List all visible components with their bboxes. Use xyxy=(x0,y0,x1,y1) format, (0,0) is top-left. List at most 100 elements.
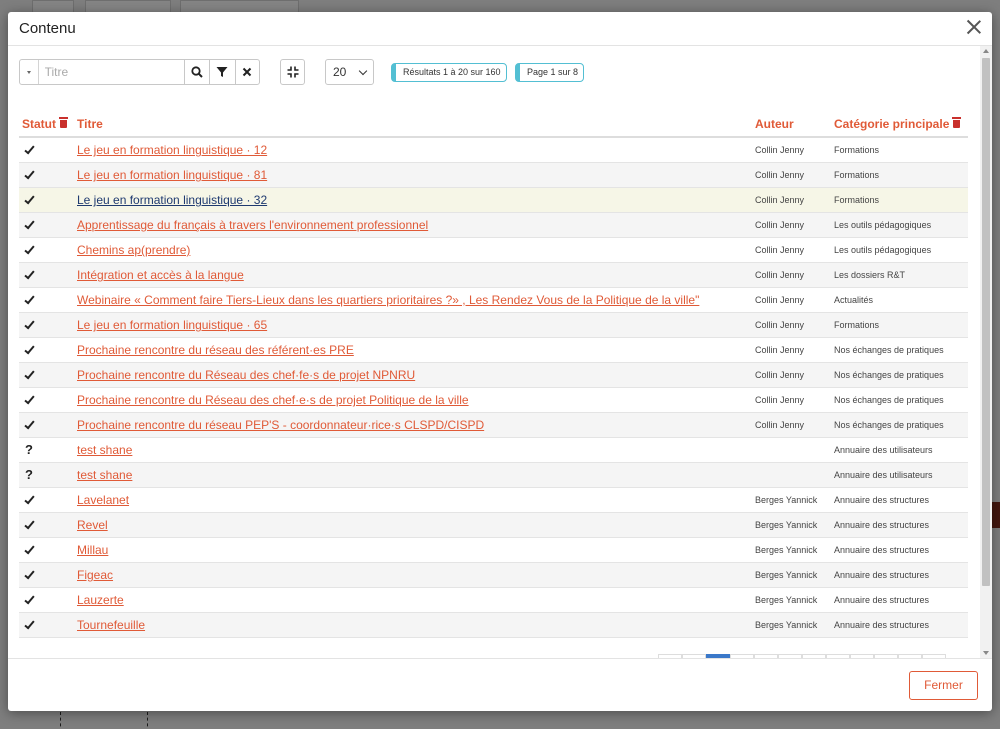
column-header-category[interactable]: Catégorie principale xyxy=(834,117,962,131)
table-row[interactable]: Prochaine rencontre du réseau des référe… xyxy=(19,338,968,363)
row-author: Collin Jenny xyxy=(755,295,805,305)
scrollbar-thumb[interactable] xyxy=(982,58,990,586)
row-author: Collin Jenny xyxy=(755,195,805,205)
row-title-link[interactable]: Intégration et accès à la langue xyxy=(77,263,244,287)
row-title-link[interactable]: Webinaire « Comment faire Tiers-Lieux da… xyxy=(77,288,699,312)
table-row[interactable]: Apprentissage du français à travers l'en… xyxy=(19,213,968,238)
search-button[interactable] xyxy=(183,60,209,84)
status-cell[interactable] xyxy=(21,538,37,562)
table-row[interactable]: Le jeu en formation linguistique · 81 Col… xyxy=(19,163,968,188)
table-row[interactable]: Lauzerte Berges Yannick Annuaire des struc… xyxy=(19,588,968,613)
row-category: Annuaire des structures xyxy=(834,495,930,505)
row-title-link[interactable]: Le jeu en formation linguistique · 65 xyxy=(77,313,267,337)
column-header-label: Titre xyxy=(77,117,103,131)
check-icon xyxy=(23,268,35,280)
status-cell[interactable] xyxy=(21,588,37,612)
check-icon xyxy=(23,543,35,555)
scroll-down-arrow-icon[interactable] xyxy=(983,651,989,655)
table-row[interactable]: Revel Berges Yannick Annuaire des structur… xyxy=(19,513,968,538)
column-header-title[interactable]: Titre xyxy=(77,117,103,131)
table-row[interactable]: Chemins ap(prendre) Collin Jenny Les outil… xyxy=(19,238,968,263)
check-icon xyxy=(23,343,35,355)
row-title-link[interactable]: Millau xyxy=(77,538,108,562)
row-author: Berges Yannick xyxy=(755,495,818,505)
clear-search-button[interactable] xyxy=(234,60,259,84)
status-cell[interactable] xyxy=(21,138,37,162)
status-cell[interactable] xyxy=(21,188,37,212)
column-header-label: Auteur xyxy=(755,117,794,131)
status-cell[interactable] xyxy=(21,613,37,637)
table-row[interactable]: Tournefeuille Berges Yannick Annuaire des … xyxy=(19,613,968,638)
page-size-select[interactable]: 20 xyxy=(325,59,374,85)
table-row[interactable]: Le jeu en formation linguistique · 65 Col… xyxy=(19,313,968,338)
status-cell[interactable] xyxy=(21,488,37,512)
table-row[interactable]: Prochaine rencontre du Réseau des chef·e… xyxy=(19,388,968,413)
row-author: Collin Jenny xyxy=(755,245,805,255)
scroll-up-arrow-icon[interactable] xyxy=(983,49,989,53)
row-title-link[interactable]: test shane xyxy=(77,463,132,487)
row-title-link[interactable]: Prochaine rencontre du réseau des référe… xyxy=(77,338,354,362)
table-row[interactable]: Webinaire « Comment faire Tiers-Lieux da… xyxy=(19,288,968,313)
row-author: Collin Jenny xyxy=(755,370,805,380)
status-cell[interactable] xyxy=(21,388,37,412)
status-cell[interactable] xyxy=(21,213,37,237)
row-title-link[interactable]: Lavelanet xyxy=(77,488,129,512)
row-author: Collin Jenny xyxy=(755,270,805,280)
row-title-link[interactable]: Figeac xyxy=(77,563,113,587)
row-title-link[interactable]: Lauzerte xyxy=(77,588,124,612)
row-author: Collin Jenny xyxy=(755,395,805,405)
table-row[interactable]: Le jeu en formation linguistique · 12 Col… xyxy=(19,138,968,163)
filter-button[interactable] xyxy=(209,60,234,84)
table-row[interactable]: Intégration et accès à la langue Collin J… xyxy=(19,263,968,288)
table-row[interactable]: Prochaine rencontre du réseau PEP'S - co… xyxy=(19,413,968,438)
status-cell[interactable] xyxy=(21,263,37,287)
row-title-link[interactable]: Prochaine rencontre du réseau PEP'S - co… xyxy=(77,413,484,437)
status-cell[interactable] xyxy=(21,238,37,262)
search-field-dropdown[interactable] xyxy=(20,60,39,84)
status-cell[interactable] xyxy=(21,338,37,362)
status-cell[interactable] xyxy=(21,563,37,587)
status-cell[interactable] xyxy=(21,363,37,387)
trash-icon[interactable] xyxy=(952,117,962,128)
row-title-link[interactable]: Le jeu en formation linguistique · 81 xyxy=(77,163,267,187)
close-icon[interactable] xyxy=(965,18,983,36)
row-category: Les outils pédagogiques xyxy=(834,245,932,255)
row-title-link[interactable]: test shane xyxy=(77,438,132,462)
trash-icon[interactable] xyxy=(59,117,68,128)
row-title-link[interactable]: Tournefeuille xyxy=(77,613,145,637)
compress-view-button[interactable] xyxy=(280,59,305,85)
status-cell[interactable] xyxy=(21,513,37,537)
close-icon xyxy=(243,67,252,77)
column-header-status[interactable]: Statut xyxy=(22,117,68,131)
row-category: Les outils pédagogiques xyxy=(834,220,932,230)
status-cell[interactable]: ? xyxy=(21,438,37,462)
check-icon xyxy=(23,143,35,155)
row-title-link[interactable]: Le jeu en formation linguistique · 32 xyxy=(77,188,267,212)
row-category: Annuaire des structures xyxy=(834,620,930,630)
search-input[interactable] xyxy=(38,60,184,84)
row-author: Berges Yannick xyxy=(755,595,818,605)
row-category: Nos échanges de pratiques xyxy=(834,345,944,355)
table-row[interactable]: Le jeu en formation linguistique · 32 Col… xyxy=(19,188,968,213)
row-title-link[interactable]: Revel xyxy=(77,513,108,537)
row-title-link[interactable]: Prochaine rencontre du Réseau des chef·f… xyxy=(77,363,415,387)
close-button[interactable]: Fermer xyxy=(909,671,978,700)
table-row[interactable]: Prochaine rencontre du Réseau des chef·f… xyxy=(19,363,968,388)
column-header-author[interactable]: Auteur xyxy=(755,117,794,131)
row-title-link[interactable]: Apprentissage du français à travers l'en… xyxy=(77,213,428,237)
status-cell[interactable] xyxy=(21,313,37,337)
table-row[interactable]: Millau Berges Yannick Annuaire des structu… xyxy=(19,538,968,563)
row-title-link[interactable]: Prochaine rencontre du Réseau des chef·e… xyxy=(77,388,469,412)
status-cell[interactable] xyxy=(21,288,37,312)
status-cell[interactable]: ? xyxy=(21,463,37,487)
row-title-link[interactable]: Chemins ap(prendre) xyxy=(77,238,190,262)
table-row[interactable]: ? test shane Annuaire des utilisateurs xyxy=(19,438,968,463)
table-row[interactable]: Figeac Berges Yannick Annuaire des structu… xyxy=(19,563,968,588)
table-row[interactable]: Lavelanet Berges Yannick Annuaire des stru… xyxy=(19,488,968,513)
row-title-link[interactable]: Le jeu en formation linguistique · 12 xyxy=(77,138,267,162)
table-row[interactable]: ? test shane Annuaire des utilisateurs xyxy=(19,463,968,488)
status-cell[interactable] xyxy=(21,413,37,437)
scrollbar[interactable] xyxy=(980,46,992,658)
status-cell[interactable] xyxy=(21,163,37,187)
check-icon xyxy=(23,293,35,305)
